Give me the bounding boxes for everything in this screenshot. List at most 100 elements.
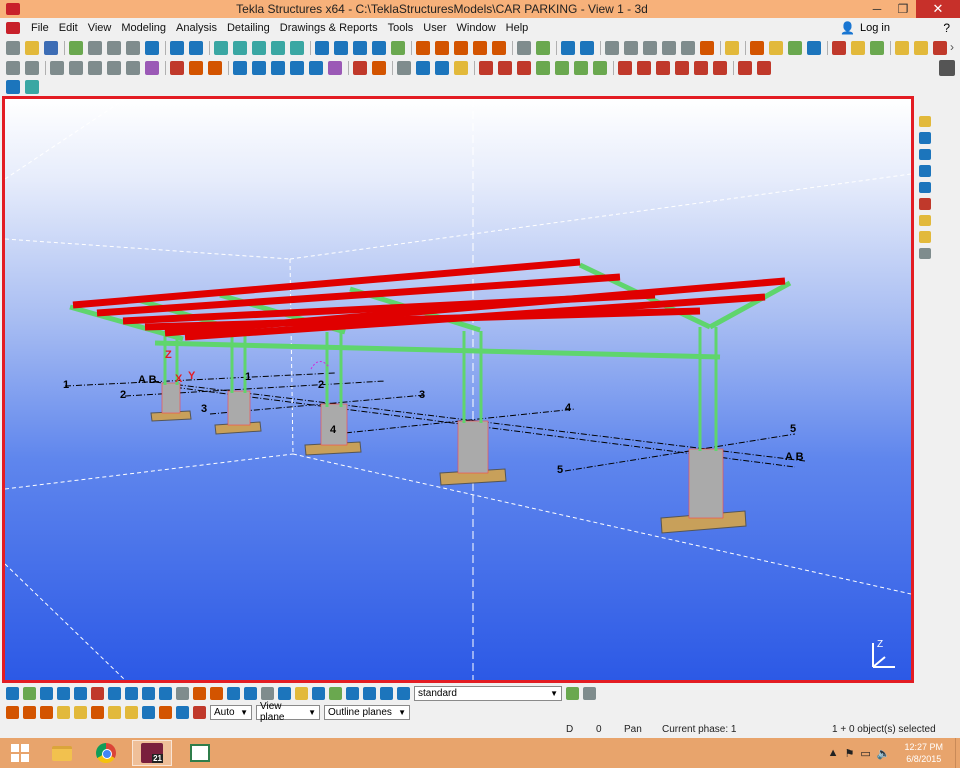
catalog-icon[interactable] [832, 41, 846, 55]
smart-select-icon[interactable] [176, 705, 189, 719]
menu-tools[interactable]: Tools [383, 22, 419, 34]
drawing-update-icon[interactable] [454, 41, 468, 55]
new-model-icon[interactable] [6, 41, 20, 55]
report-create-icon[interactable] [473, 41, 487, 55]
help-icon[interactable]: ? [943, 21, 950, 35]
column-side-icon[interactable] [919, 148, 931, 161]
folder-icon[interactable] [919, 116, 931, 128]
taskbar-file-explorer[interactable] [42, 740, 82, 766]
rebar-icon[interactable] [353, 61, 367, 75]
select-welds-bottom-icon[interactable] [125, 686, 138, 700]
organizer-icon[interactable] [788, 41, 802, 55]
views-icon[interactable] [334, 41, 348, 55]
construction-line-icon[interactable] [454, 61, 468, 75]
menu-file[interactable]: File [26, 22, 54, 34]
drawing-list-icon[interactable] [416, 41, 430, 55]
cut-icon[interactable] [208, 61, 222, 75]
work-area-icon[interactable] [372, 41, 386, 55]
select-grids-icon[interactable] [108, 686, 121, 700]
select-object-in-component-icon[interactable] [295, 686, 308, 700]
point-icon[interactable] [435, 61, 449, 75]
snap-mid-icon[interactable] [637, 61, 651, 75]
cast-unit-icon[interactable] [769, 41, 783, 55]
snap-geometry-icon[interactable] [23, 705, 36, 719]
screenshot-icon[interactable] [107, 41, 121, 55]
measure-horizontal-icon[interactable] [624, 41, 638, 55]
snap-end-icon[interactable] [618, 61, 632, 75]
volume-icon[interactable]: 🔈 [877, 747, 891, 760]
select-bolts-bottom-icon[interactable] [176, 686, 189, 700]
measure-bolt-icon[interactable] [700, 41, 714, 55]
taskbar-chrome[interactable] [86, 740, 126, 766]
select-loads-icon[interactable] [210, 686, 223, 700]
concrete-beam-icon[interactable] [252, 61, 266, 75]
clash-check-icon[interactable] [536, 41, 550, 55]
menu-detailing[interactable]: Detailing [222, 22, 275, 34]
select-reinforcement-icon[interactable] [193, 686, 206, 700]
weld-icon[interactable] [189, 61, 203, 75]
concrete-slab-icon[interactable] [271, 61, 285, 75]
copy-icon[interactable] [214, 41, 228, 55]
concrete-panel-icon[interactable] [290, 61, 304, 75]
beam-icon[interactable] [69, 61, 83, 75]
snap-line-icon[interactable] [713, 61, 727, 75]
tekla-menu-icon[interactable] [6, 22, 20, 34]
components-icon[interactable] [851, 41, 865, 55]
clock[interactable]: 12:27 PM 6/8/2015 [904, 741, 943, 765]
curved-beam-icon[interactable] [107, 61, 121, 75]
tekla-online-icon[interactable] [933, 41, 947, 55]
menu-analysis[interactable]: Analysis [171, 22, 222, 34]
select-components-icon[interactable] [23, 686, 36, 700]
snap-endpoint-icon[interactable] [40, 705, 53, 719]
cursor-icon[interactable] [583, 686, 596, 700]
snap-perpendicular-icon[interactable] [675, 61, 689, 75]
select-filter-icon[interactable] [363, 686, 376, 700]
menu-help[interactable]: Help [501, 22, 534, 34]
select-all-objects-icon[interactable] [6, 686, 19, 700]
menu-view[interactable]: View [83, 22, 117, 34]
snap-intersection-icon[interactable] [656, 61, 670, 75]
snap-center-icon[interactable] [57, 705, 70, 719]
filter-icon[interactable] [919, 231, 931, 243]
open-model-icon[interactable] [25, 41, 39, 55]
menu-window[interactable]: Window [452, 22, 501, 34]
plate-icon[interactable] [126, 61, 140, 75]
view-plane-select[interactable]: View plane ▼ [256, 701, 320, 723]
select-views-bottom-icon[interactable] [159, 686, 172, 700]
grid-icon[interactable] [416, 61, 430, 75]
select-points-icon[interactable] [74, 686, 87, 700]
model-view-3d[interactable]: Z X Y 1 1 2 2 3 3 4 4 5 5 A B A B Z [2, 96, 914, 683]
query-icon[interactable] [561, 41, 575, 55]
taskbar-notes[interactable] [180, 740, 220, 766]
pen-icon[interactable] [919, 247, 931, 259]
concrete-column-icon[interactable] [233, 61, 247, 75]
chevron-right-icon[interactable]: › [950, 40, 954, 54]
column-icon[interactable] [50, 61, 64, 75]
report-icon[interactable] [145, 41, 159, 55]
snap-settings-icon[interactable] [6, 79, 20, 94]
plane-icon[interactable] [919, 181, 931, 194]
section-icon[interactable] [919, 165, 931, 177]
bent-plate-icon[interactable] [145, 61, 159, 75]
close-button[interactable]: ✕ [916, 0, 960, 18]
start-button[interactable] [0, 740, 40, 766]
select-phase-icon[interactable] [397, 686, 410, 700]
select-parts-bottom-icon[interactable] [40, 686, 53, 700]
print-icon[interactable] [126, 41, 140, 55]
snap-free-icon[interactable] [738, 61, 752, 75]
restore-button[interactable]: ❐ [890, 0, 916, 18]
properties-icon[interactable] [919, 132, 931, 144]
template-icon[interactable] [492, 41, 506, 55]
numbering-icon[interactable] [517, 41, 531, 55]
snap-perp-icon[interactable] [108, 705, 121, 719]
lights-icon[interactable] [919, 214, 931, 227]
strip-footing-icon[interactable] [328, 61, 342, 75]
select-cast-unit-icon[interactable] [329, 686, 342, 700]
save-icon[interactable] [44, 41, 58, 55]
snap-intersect-icon[interactable] [91, 705, 104, 719]
measure-arc-icon[interactable] [681, 41, 695, 55]
select-cuts-bottom-icon[interactable] [142, 686, 155, 700]
select-cuts-icon[interactable] [555, 61, 569, 75]
lock-icon[interactable] [25, 61, 39, 75]
edit-icon[interactable] [6, 61, 20, 75]
